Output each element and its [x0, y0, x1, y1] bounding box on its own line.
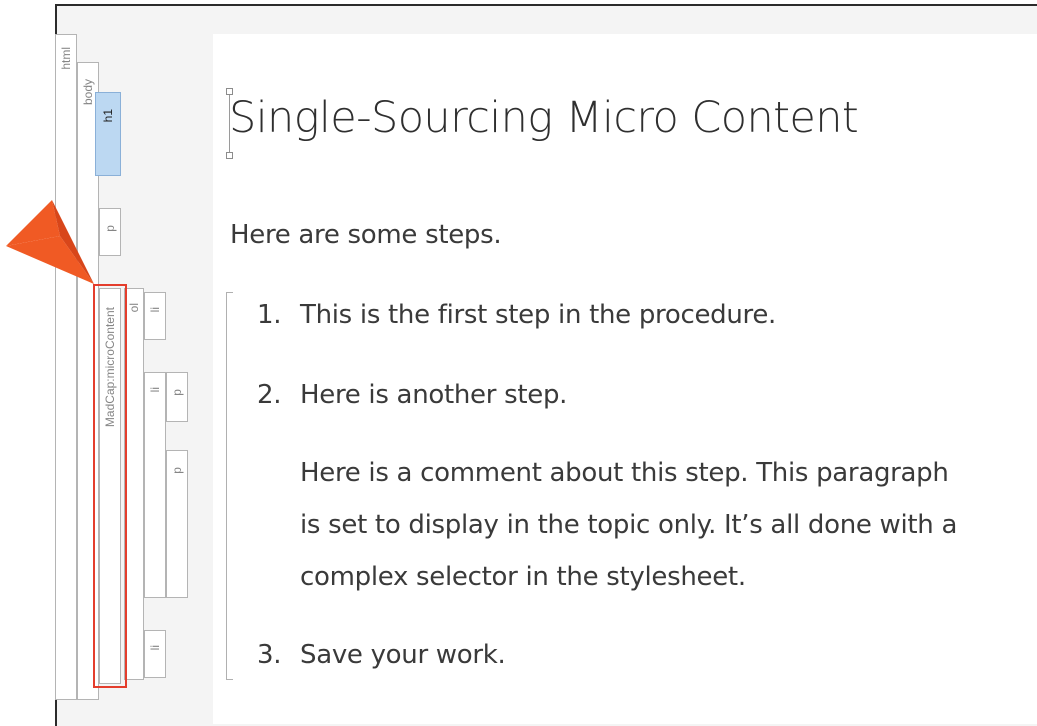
structure-bar-p-comment[interactable]: p — [166, 450, 188, 598]
comment-line-2[interactable]: is set to display in the topic only. It’… — [300, 510, 957, 540]
step-number-1: 1. — [257, 300, 282, 330]
step-text-3[interactable]: Save your work. — [300, 640, 506, 670]
microcontent-highlight-box — [93, 284, 127, 688]
tag-label-ol: ol — [127, 303, 141, 313]
selection-handle-bottom[interactable] — [226, 152, 233, 159]
structure-bar-html[interactable]: html — [55, 34, 77, 700]
structure-bar-p[interactable]: p — [99, 208, 121, 256]
tag-label-li-2: li — [148, 387, 162, 393]
structure-bar-h1[interactable]: h1 — [95, 92, 121, 176]
structure-bar-ol[interactable]: ol — [124, 288, 144, 680]
structure-bar-li-3[interactable]: li — [144, 630, 166, 678]
structure-bar-li-2[interactable]: li — [144, 372, 166, 598]
tag-label-li-3: li — [148, 645, 162, 651]
comment-line-3[interactable]: complex selector in the stylesheet. — [300, 562, 746, 592]
structure-bar-li-1[interactable]: li — [144, 292, 166, 340]
step-text-2[interactable]: Here is another step. — [300, 380, 567, 410]
tag-label-li-1: li — [148, 307, 162, 313]
tag-label-p-step2: p — [170, 389, 184, 396]
tag-label-html: html — [59, 47, 73, 70]
step-text-1[interactable]: This is the first step in the procedure. — [300, 300, 776, 330]
callout-arrow-icon — [6, 200, 94, 284]
step-number-2: 2. — [257, 380, 282, 410]
tag-label-body: body — [81, 79, 95, 106]
comment-line-1[interactable]: Here is a comment about this step. This … — [300, 458, 949, 488]
structure-bar-p-step2[interactable]: p — [166, 372, 188, 422]
ordered-list-bracket — [226, 292, 233, 680]
tag-label-p: p — [103, 225, 117, 232]
step-number-3: 3. — [257, 640, 282, 670]
page-title[interactable]: Single-Sourcing Micro Content — [229, 93, 859, 143]
tag-label-p-comment: p — [170, 467, 184, 474]
tag-label-h1: h1 — [101, 109, 115, 123]
intro-paragraph[interactable]: Here are some steps. — [230, 220, 502, 250]
